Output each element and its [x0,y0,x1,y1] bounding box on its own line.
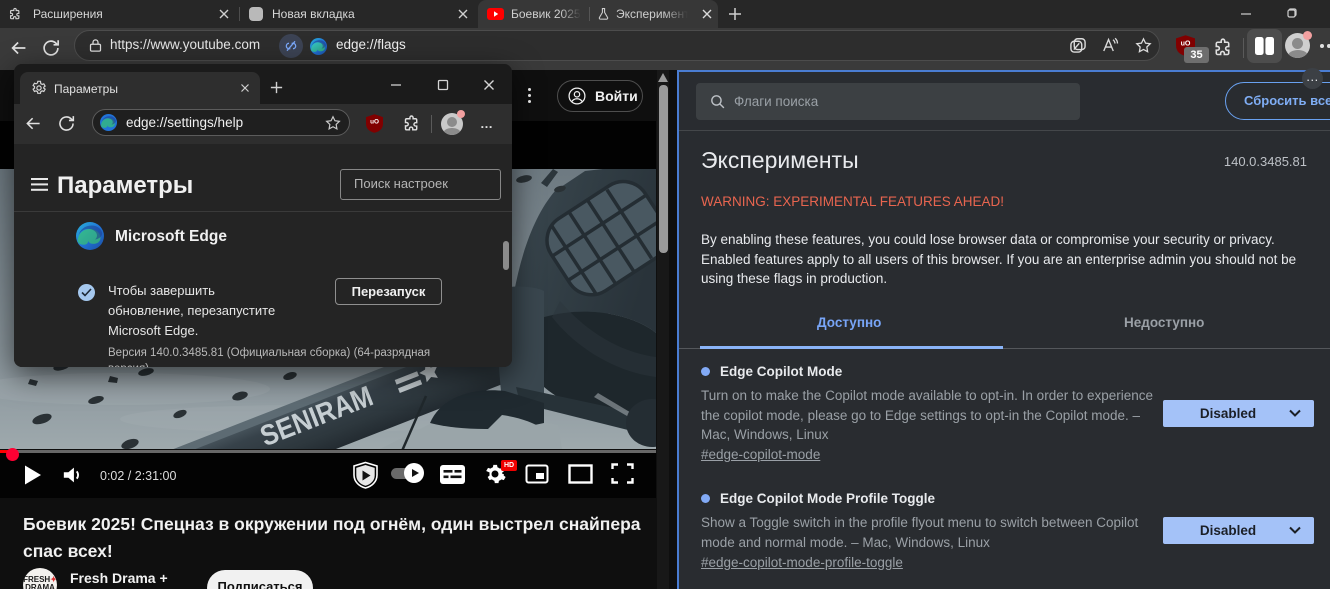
svg-text:uO: uO [370,119,379,126]
